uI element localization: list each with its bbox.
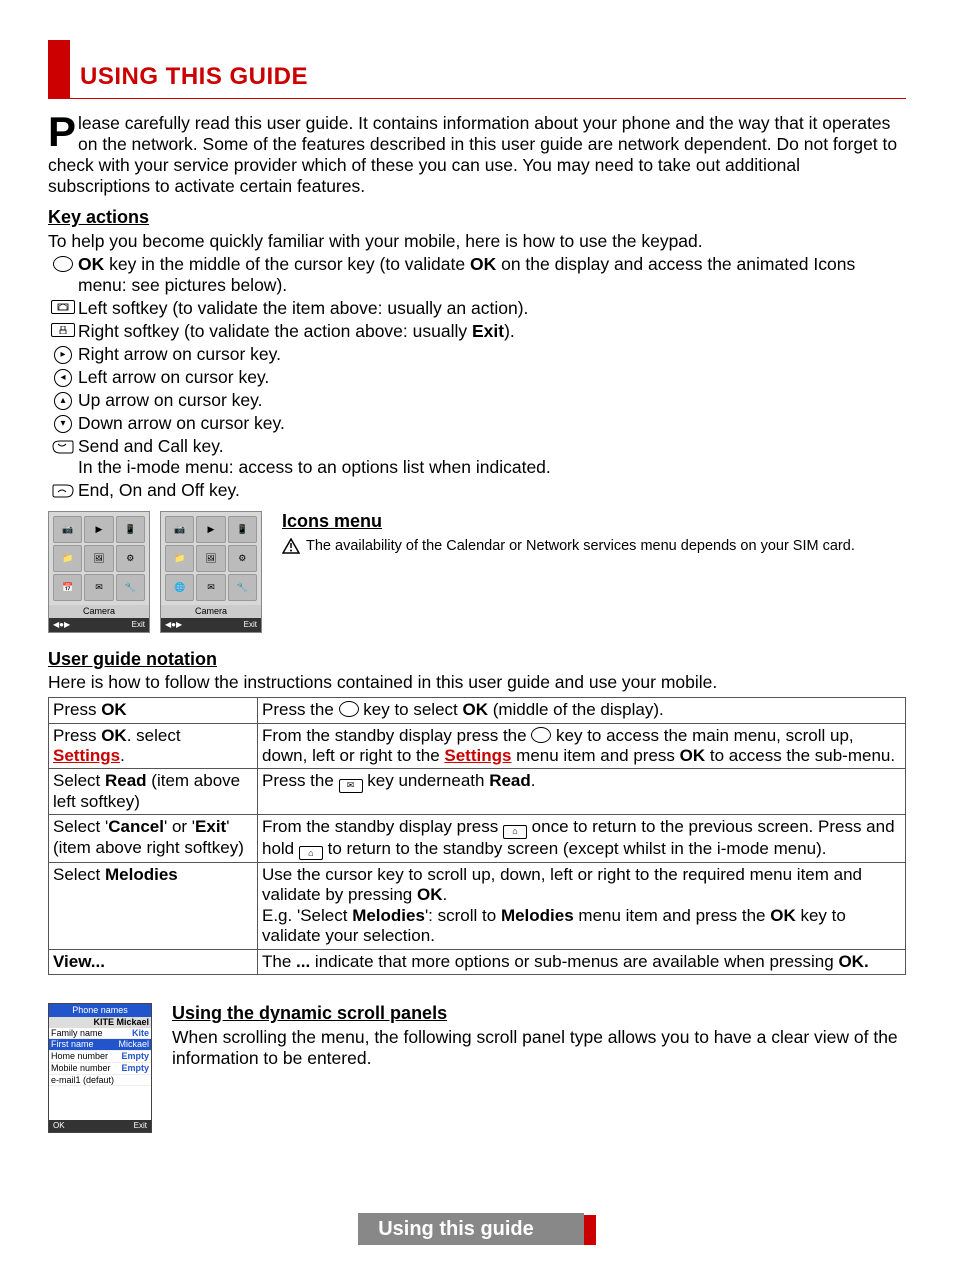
ok-key-icon [339, 701, 359, 717]
send-call-text-2: In the i-mode menu: access to an options… [78, 457, 551, 477]
phone-screen-label-1: Camera [49, 605, 149, 618]
title-bar: USING THIS GUIDE [48, 40, 906, 99]
scroll-subheader: KITE Mickael [49, 1017, 151, 1028]
down-arrow-icon: ▾ [54, 415, 72, 433]
ok-key-icon [53, 256, 73, 272]
up-arrow-icon: ▴ [54, 392, 72, 410]
key-row-down-arrow: ▾ Down arrow on cursor key. [48, 413, 906, 434]
right-soft-bold: Exit [472, 321, 504, 341]
page-title: USING THIS GUIDE [80, 63, 308, 98]
left-arrow-icon: ◂ [54, 369, 72, 387]
phone-screen-exit-2: Exit [244, 620, 257, 630]
send-call-key-icon [52, 438, 74, 459]
settings-link[interactable]: Settings [53, 746, 120, 765]
icons-menu-section: 📷▶📱 📁🖼⚙ 📅✉🔧 Camera ◀●▶Exit 📷▶📱 📁🖼⚙ 🌐✉🔧 C… [48, 511, 906, 633]
page-footer: Using this guide [48, 1213, 906, 1245]
right-soft-pre: Right softkey (to validate the action ab… [78, 321, 472, 341]
phone-screen-label-2: Camera [161, 605, 261, 618]
left-softkey-icon: ✉ [339, 779, 363, 793]
phone-screen-2: 📷▶📱 📁🖼⚙ 🌐✉🔧 Camera ◀●▶Exit [160, 511, 262, 633]
right-softkey-icon: ⌂ [299, 846, 323, 860]
key-actions-heading: Key actions [48, 207, 906, 229]
right-arrow-icon: ▸ [54, 346, 72, 364]
notation-table: Press OK Press the key to select OK (mid… [48, 697, 906, 975]
notation-heading: User guide notation [48, 649, 906, 671]
phone-screen-1: 📷▶📱 📁🖼⚙ 📅✉🔧 Camera ◀●▶Exit [48, 511, 150, 633]
key-actions-intro: To help you become quickly familiar with… [48, 231, 906, 252]
ok-key-icon [531, 727, 551, 743]
key-row-left-softkey: Left softkey (to validate the item above… [48, 298, 906, 319]
ok-bold: OK [78, 254, 104, 274]
key-row-right-softkey: Right softkey (to validate the action ab… [48, 321, 906, 342]
key-row-up-arrow: ▴ Up arrow on cursor key. [48, 390, 906, 411]
icons-menu-heading: Icons menu [282, 511, 906, 533]
right-softkey-icon [51, 323, 75, 337]
intro-paragraph: P lease carefully read this user guide. … [48, 113, 906, 197]
table-row: Select 'Cancel' or 'Exit' (item above ri… [49, 815, 906, 863]
scroll-text: When scrolling the menu, the following s… [172, 1027, 906, 1069]
ok-text-1: key in the middle of the cursor key (to … [104, 254, 470, 274]
scroll-panel-screenshot: Phone names KITE Mickael Family nameKite… [48, 1003, 152, 1133]
scroll-header: Phone names [49, 1004, 151, 1017]
warning-icon [282, 538, 300, 559]
left-softkey-text: Left softkey (to validate the item above… [78, 298, 906, 319]
ok-bold-2: OK [470, 254, 496, 274]
notation-intro: Here is how to follow the instructions c… [48, 672, 906, 693]
right-soft-post: ). [504, 321, 515, 341]
table-row: Select Read (item above left softkey) Pr… [49, 769, 906, 815]
table-row: Press OK. select Settings. From the stan… [49, 723, 906, 769]
key-row-ok: OK key in the middle of the cursor key (… [48, 254, 906, 296]
send-call-text: Send and Call key. [78, 436, 224, 456]
left-softkey-icon [51, 300, 75, 314]
title-accent-block [48, 40, 70, 98]
drop-cap: P [48, 113, 78, 149]
key-row-send-call: Send and Call key. In the i-mode menu: a… [48, 436, 906, 478]
end-key-icon [52, 482, 74, 503]
end-key-text: End, On and Off key. [78, 480, 906, 501]
scroll-panels-section: Phone names KITE Mickael Family nameKite… [48, 1003, 906, 1133]
table-row: Press OK Press the key to select OK (mid… [49, 698, 906, 723]
icons-menu-note: The availability of the Calendar or Netw… [306, 538, 855, 555]
table-row: Select Melodies Use the cursor key to sc… [49, 862, 906, 949]
up-arrow-text: Up arrow on cursor key. [78, 390, 906, 411]
key-row-right-arrow: ▸ Right arrow on cursor key. [48, 344, 906, 365]
phone-screen-exit-1: Exit [132, 620, 145, 630]
scroll-heading: Using the dynamic scroll panels [172, 1003, 906, 1025]
footer-label: Using this guide [358, 1213, 584, 1245]
settings-link[interactable]: Settings [444, 746, 511, 765]
left-arrow-text: Left arrow on cursor key. [78, 367, 906, 388]
right-arrow-text: Right arrow on cursor key. [78, 344, 906, 365]
right-softkey-icon: ⌂ [503, 825, 527, 839]
intro-text: lease carefully read this user guide. It… [48, 113, 897, 196]
table-row: View... The ... indicate that more optio… [49, 949, 906, 974]
key-row-left-arrow: ◂ Left arrow on cursor key. [48, 367, 906, 388]
down-arrow-text: Down arrow on cursor key. [78, 413, 906, 434]
key-row-end-key: End, On and Off key. [48, 480, 906, 503]
footer-accent [584, 1215, 596, 1245]
